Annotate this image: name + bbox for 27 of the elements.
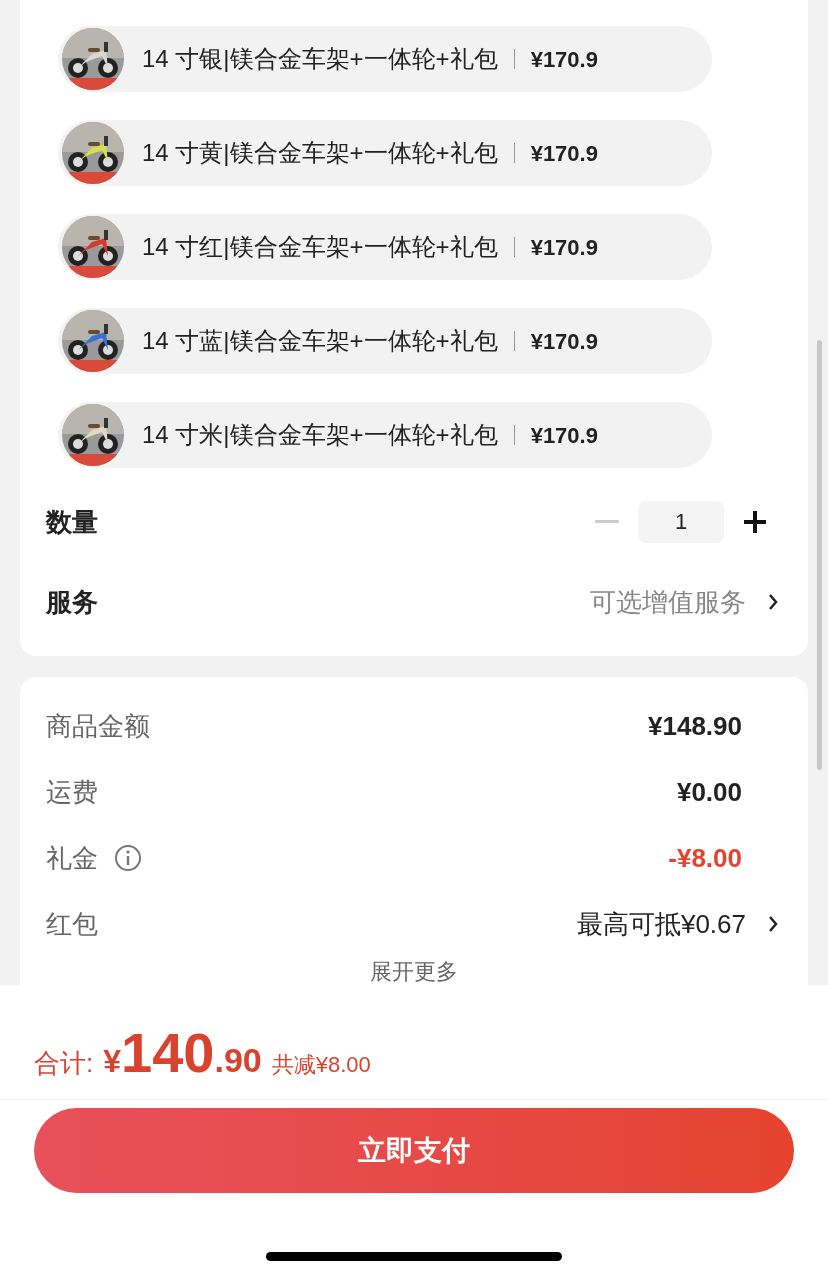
price-label: 礼金 [46,841,98,875]
variant-option[interactable]: 14 寸米|镁合金车架+一体轮+礼包 ¥170.9 [58,402,712,468]
plus-icon [743,510,767,534]
coupon-selector[interactable]: 最高可抵¥0.67 [576,904,782,944]
service-label: 服务 [46,585,98,619]
quantity-field[interactable]: 1 [638,501,724,543]
variant-option[interactable]: 14 寸黄|镁合金车架+一体轮+礼包 ¥170.9 [58,120,712,186]
minus-icon [595,520,619,524]
pay-button[interactable]: 立即支付 [34,1108,794,1193]
variant-option[interactable]: 14 寸蓝|镁合金车架+一体轮+礼包 ¥170.9 [58,308,712,374]
expand-more-link[interactable]: 展开更多 [370,955,458,985]
price-value: ¥148.90 [648,709,743,743]
variant-option[interactable]: 14 寸银|镁合金车架+一体轮+礼包 ¥170.9 [58,26,712,92]
price-label: 商品金额 [46,709,150,743]
quantity-label: 数量 [46,505,98,539]
total-label: 合计: [34,1047,94,1080]
service-selector[interactable]: 可选增值服务 [590,582,782,622]
variant-option[interactable]: 14 寸红|镁合金车架+一体轮+礼包 ¥170.9 [58,214,712,280]
chevron-icon [768,915,778,933]
saving-amount: 共减¥8.00 [271,1051,371,1079]
price-label: 红包 [46,907,98,941]
total-amount: ¥140.90 [103,1020,262,1086]
price-value: ¥0.00 [676,775,743,809]
price-value: -¥8.00 [668,841,743,875]
price-label: 运费 [46,775,98,809]
info-icon[interactable] [114,844,142,872]
chevron-icon [768,593,778,611]
